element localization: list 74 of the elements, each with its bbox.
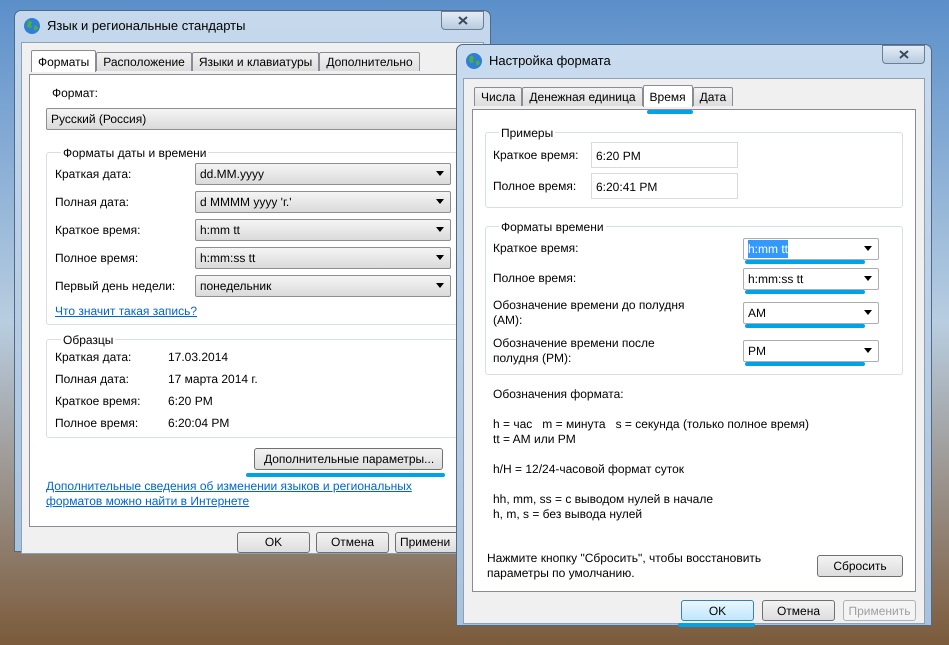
dialog-button[interactable]: OK [237,532,310,552]
readonly-field: 6:20 PM [591,142,738,168]
field-label: Обозначение времени после полудня (PM): [493,336,656,366]
dropdown-arrow-icon [436,171,444,176]
sample-value: 17.03.2014 [168,348,228,366]
field-label: Полное время: [493,271,578,286]
sample-value: 6:20:04 PM [168,414,230,432]
field-label: Краткое время: [493,146,580,164]
tab[interactable]: Расположение [96,52,192,70]
field-label: Первый день недели: [55,278,176,294]
dropdown[interactable]: h:mm tt [195,218,451,240]
tab[interactable]: Форматы [31,50,96,72]
field-label: Формат: [51,84,99,102]
legend-text: Обозначения формата: [493,386,625,402]
dropdown-arrow-icon [436,255,444,260]
field-label: Краткое время: [493,241,580,256]
dropdown[interactable]: понедельник [195,274,451,296]
help-link[interactable]: Что значит такая запись? [55,302,198,320]
reset-note: Нажмите кнопку "Сбросить", чтобы восстановить параметры по умолчанию. [487,550,762,580]
tab[interactable]: Денежная единица [522,86,643,106]
legend-text: hh, mm, ss = с выводом нулей в начале [493,492,714,506]
sample-label: Краткое время: [55,392,142,410]
field-label: Полное время: [55,250,140,266]
dropdown-arrow-icon [436,227,444,232]
group-title: Образцы [62,332,114,348]
dropdown-arrow-icon [864,310,872,315]
dropdown-arrow-icon [864,276,872,281]
legend-text: h/H = 12/24-часовой формат суток [493,462,686,476]
tab[interactable]: Дополнительно [319,52,420,70]
dropdown[interactable]: h:mm:ss tt [195,246,451,268]
dialog-button[interactable]: OK [681,600,754,621]
advanced-settings-button[interactable]: Дополнительные параметры... [254,448,444,470]
dropdown-arrow-icon [436,283,444,288]
window-title: Настройка формата [489,52,611,70]
field-label: Краткое время: [55,222,142,238]
group-title: Форматы времени [500,218,605,236]
dropdown-arrow-icon [864,348,872,353]
dropdown[interactable]: PM [743,340,879,362]
sample-label: Полное время: [55,414,140,432]
close-button[interactable] [882,45,925,64]
field-label: Краткая дата: [55,166,132,182]
globe-icon [465,52,483,70]
info-link[interactable]: Дополнительные сведения об изменении языков и региональных форматов можно найти в Интернете [46,478,416,508]
globe-icon [23,16,41,35]
close-icon [458,16,468,25]
tab[interactable]: Языки и клавиатуры [192,52,320,70]
field-label: Обозначение времени до полудня (AM): [493,298,686,328]
dropdown-arrow-icon [864,246,872,251]
tab[interactable]: Числа [474,86,522,106]
window-title: Язык и региональные стандарты [47,17,246,35]
dropdown[interactable]: d MMMM yyyy 'г.' [195,190,451,212]
dropdown-arrow-icon [436,199,444,204]
sample-value: 17 марта 2014 г. [168,370,258,388]
dialog-button[interactable]: Отмена [316,532,389,552]
reset-button[interactable]: Сбросить [817,554,903,576]
group-title: Форматы даты и времени [62,144,208,162]
field-label: Полное время: [493,178,578,194]
readonly-field: 6:20:41 PM [591,172,738,198]
group-title: Примеры [500,124,554,142]
sample-value: 6:20 PM [168,392,213,410]
field-label: Полная дата: [55,194,130,210]
dropdown[interactable]: h:mm:ss tt [743,268,879,290]
close-icon [898,50,908,59]
sample-label: Полная дата: [55,370,130,388]
tab[interactable]: Дата [692,86,734,106]
sample-label: Краткая дата: [55,348,132,366]
legend-text: tt = AM или PM [493,432,577,446]
legend-text: h, m, s = без вывода нулей [493,506,644,522]
dropdown[interactable]: AM [743,302,879,324]
dialog-button[interactable]: Отмена [762,600,835,621]
close-button[interactable] [441,11,484,30]
dropdown[interactable]: dd.MM.yyyy [195,162,451,184]
legend-text: h = час m = минута s = секунда (только полное время) [493,416,810,432]
tab[interactable]: Время [642,85,693,107]
